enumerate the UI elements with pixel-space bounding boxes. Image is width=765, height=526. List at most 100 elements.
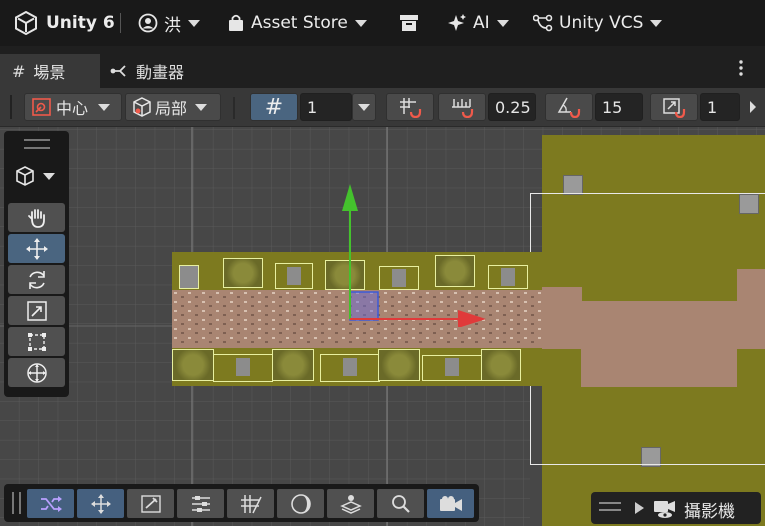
move-overlay-button[interactable] [77, 489, 124, 518]
sorting-overlay-button[interactable] [177, 489, 224, 518]
account-icon [138, 13, 158, 33]
grid-overlay-button[interactable] [227, 489, 274, 518]
layers-overlay-button[interactable] [327, 489, 374, 518]
ruler-snap-magnet-icon [452, 99, 474, 118]
tile-palette-overlay-button[interactable] [127, 489, 174, 518]
shuffle-overlay-button[interactable] [27, 489, 74, 518]
camera-preview-overlay[interactable]: 攝影機 [591, 492, 761, 524]
sparkle-icon [448, 14, 466, 31]
drag-handle[interactable] [24, 139, 50, 149]
angle-snap-magnet-icon [557, 97, 581, 118]
account-name: 洪 [164, 15, 181, 36]
move-gizmo[interactable] [330, 182, 495, 327]
bush-sprite[interactable] [378, 349, 420, 381]
pivot-mode-label: 中心 [56, 99, 89, 118]
grid-plane-dropdown[interactable] [352, 93, 376, 121]
window-tab-bar: # 場景 動畫器 [0, 46, 765, 88]
pivot-mode-dropdown[interactable]: 中心 [24, 93, 122, 121]
gravestone-sprite[interactable] [275, 263, 313, 289]
rotate-snapping-toggle[interactable] [545, 93, 593, 121]
toolbar-overflow-button[interactable] [740, 93, 765, 121]
moon-icon [290, 493, 311, 514]
toolbar-grip[interactable] [10, 95, 12, 119]
rotate-snap-field[interactable]: 15 [595, 93, 643, 121]
cube-icon [16, 166, 34, 186]
overlay-toolbar [4, 484, 479, 522]
layers-icon [339, 494, 362, 514]
grid-visibility-toggle[interactable]: # [250, 93, 298, 121]
camera-eye-icon [654, 501, 675, 518]
grid-hash-icon: # [12, 61, 26, 81]
scene-viewport[interactable] [0, 127, 765, 526]
expand-icon[interactable] [635, 502, 644, 514]
handle-rotation-dropdown[interactable]: 局部 [125, 93, 221, 121]
chevron-right-icon [749, 101, 756, 113]
unity-logo-icon [15, 11, 37, 35]
camera-overlay-button[interactable] [427, 489, 474, 518]
package-manager-button[interactable] [400, 0, 418, 46]
bush-sprite[interactable] [481, 349, 521, 381]
main-toolbar: Unity 6 洪 Asset Store AI Unity VCS [0, 0, 765, 46]
asset-store-menu[interactable]: Asset Store [228, 0, 367, 46]
bush-sprite[interactable] [172, 349, 214, 381]
grid-hatch-icon [240, 494, 262, 513]
scale-snap-field[interactable]: 1 [700, 93, 740, 121]
more-options-icon[interactable] [733, 58, 749, 78]
move-snap-field[interactable]: 0.25 [488, 93, 536, 121]
increment-snapping-toggle[interactable] [438, 93, 486, 121]
chevron-down-icon [195, 103, 208, 111]
tab-scene[interactable]: # 場景 [0, 54, 100, 88]
hand-tool-button[interactable] [8, 203, 65, 232]
stone-tile [563, 175, 583, 195]
tile-brush-icon [140, 494, 161, 513]
scale-icon [26, 300, 47, 321]
move-tool-button[interactable] [8, 234, 65, 263]
transform-icon [26, 362, 47, 383]
bush-sprite[interactable] [223, 258, 263, 288]
tool-context-dropdown[interactable] [14, 164, 58, 188]
unity-version-menu[interactable]: Unity 6 [14, 0, 115, 46]
scale-tool-button[interactable] [8, 296, 65, 325]
asset-store-label: Asset Store [251, 13, 348, 33]
move-snap-value: 0.25 [495, 97, 531, 117]
lighting-overlay-button[interactable] [277, 489, 324, 518]
tab-animator-label: 動畫器 [136, 63, 185, 82]
camera-overlay-label: 攝影機 [684, 502, 735, 522]
hand-icon [27, 208, 45, 228]
chevron-down-icon [650, 19, 663, 27]
scale-snap-magnet-icon [663, 98, 686, 118]
move-arrows-icon [25, 237, 48, 260]
version-control-menu[interactable]: Unity VCS [533, 0, 663, 46]
ai-label: AI [473, 13, 490, 33]
gravestone-sprite[interactable] [179, 265, 199, 289]
drag-handle[interactable] [12, 492, 21, 514]
handle-rotation-label: 局部 [155, 99, 188, 118]
rotate-icon [28, 270, 45, 289]
account-menu[interactable]: 洪 [138, 0, 200, 46]
bush-sprite[interactable] [272, 349, 314, 381]
branch-icon [533, 14, 553, 32]
grid-icon: # [264, 94, 284, 120]
x-axis-arrow-icon [458, 310, 486, 327]
rect-tool-button[interactable] [8, 327, 65, 356]
gravestone-sprite[interactable] [320, 354, 380, 382]
pivot-center-icon [32, 98, 51, 116]
grid-snap-magnet-icon [400, 98, 422, 118]
divider [233, 97, 235, 119]
local-space-cube-icon [133, 97, 151, 117]
scale-snapping-toggle[interactable] [650, 93, 698, 121]
transform-tool-button[interactable] [8, 358, 65, 387]
drag-handle[interactable] [599, 502, 621, 511]
ai-menu[interactable]: AI [447, 0, 509, 46]
camera-icon [439, 495, 462, 511]
grid-snapping-toggle[interactable] [386, 93, 434, 121]
search-overlay-button[interactable] [377, 489, 424, 518]
tab-animator[interactable]: 動畫器 [110, 54, 184, 88]
chevron-down-icon [354, 19, 367, 27]
grid-size-field[interactable]: 1 [300, 93, 352, 121]
rotate-tool-button[interactable] [8, 265, 65, 294]
gravestone-sprite[interactable] [422, 355, 482, 381]
gravestone-sprite[interactable] [213, 354, 273, 382]
app-title: Unity 6 [46, 13, 115, 33]
grid-size-value: 1 [307, 97, 318, 117]
